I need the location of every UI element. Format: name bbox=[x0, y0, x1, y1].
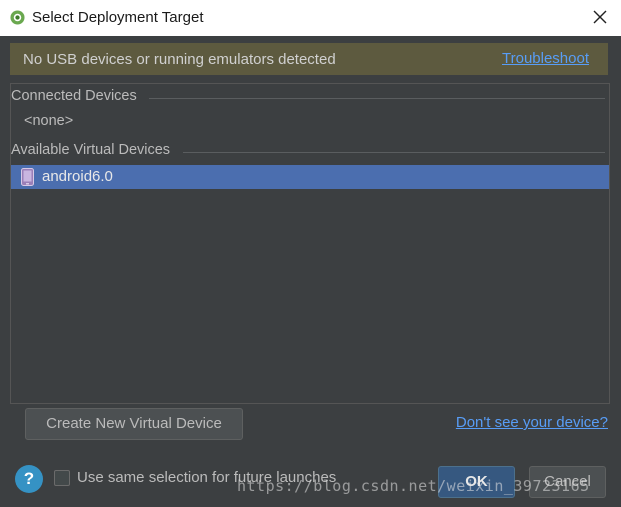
dont-see-your-device-link[interactable]: Don't see your device? bbox=[456, 414, 608, 431]
android-studio-icon bbox=[10, 10, 25, 25]
close-icon[interactable] bbox=[591, 8, 609, 26]
device-list-panel: Connected Devices <none> Available Virtu… bbox=[10, 83, 610, 404]
available-virtual-devices-label: Available Virtual Devices bbox=[11, 142, 171, 158]
phone-icon bbox=[21, 168, 34, 186]
troubleshoot-link[interactable]: Troubleshoot bbox=[502, 50, 589, 67]
banner-message: No USB devices or running emulators dete… bbox=[23, 51, 336, 68]
no-devices-banner: No USB devices or running emulators dete… bbox=[10, 43, 608, 75]
available-virtual-devices-header: Available Virtual Devices bbox=[11, 142, 609, 162]
window-title: Select Deployment Target bbox=[32, 9, 204, 26]
divider bbox=[183, 152, 605, 153]
same-selection-checkbox[interactable] bbox=[54, 470, 70, 486]
virtual-device-label: android6.0 bbox=[42, 168, 113, 185]
watermark: https://blog.csdn.net/weixin_39723165 bbox=[237, 477, 590, 495]
title-bar: Select Deployment Target bbox=[0, 0, 621, 36]
help-icon[interactable]: ? bbox=[15, 465, 43, 493]
virtual-device-row[interactable]: android6.0 bbox=[11, 165, 609, 189]
connected-devices-header: Connected Devices bbox=[11, 88, 609, 108]
create-new-virtual-device-button[interactable]: Create New Virtual Device bbox=[25, 408, 243, 440]
divider bbox=[149, 98, 605, 99]
connected-device-none: <none> bbox=[24, 113, 74, 129]
connected-devices-label: Connected Devices bbox=[11, 88, 137, 104]
